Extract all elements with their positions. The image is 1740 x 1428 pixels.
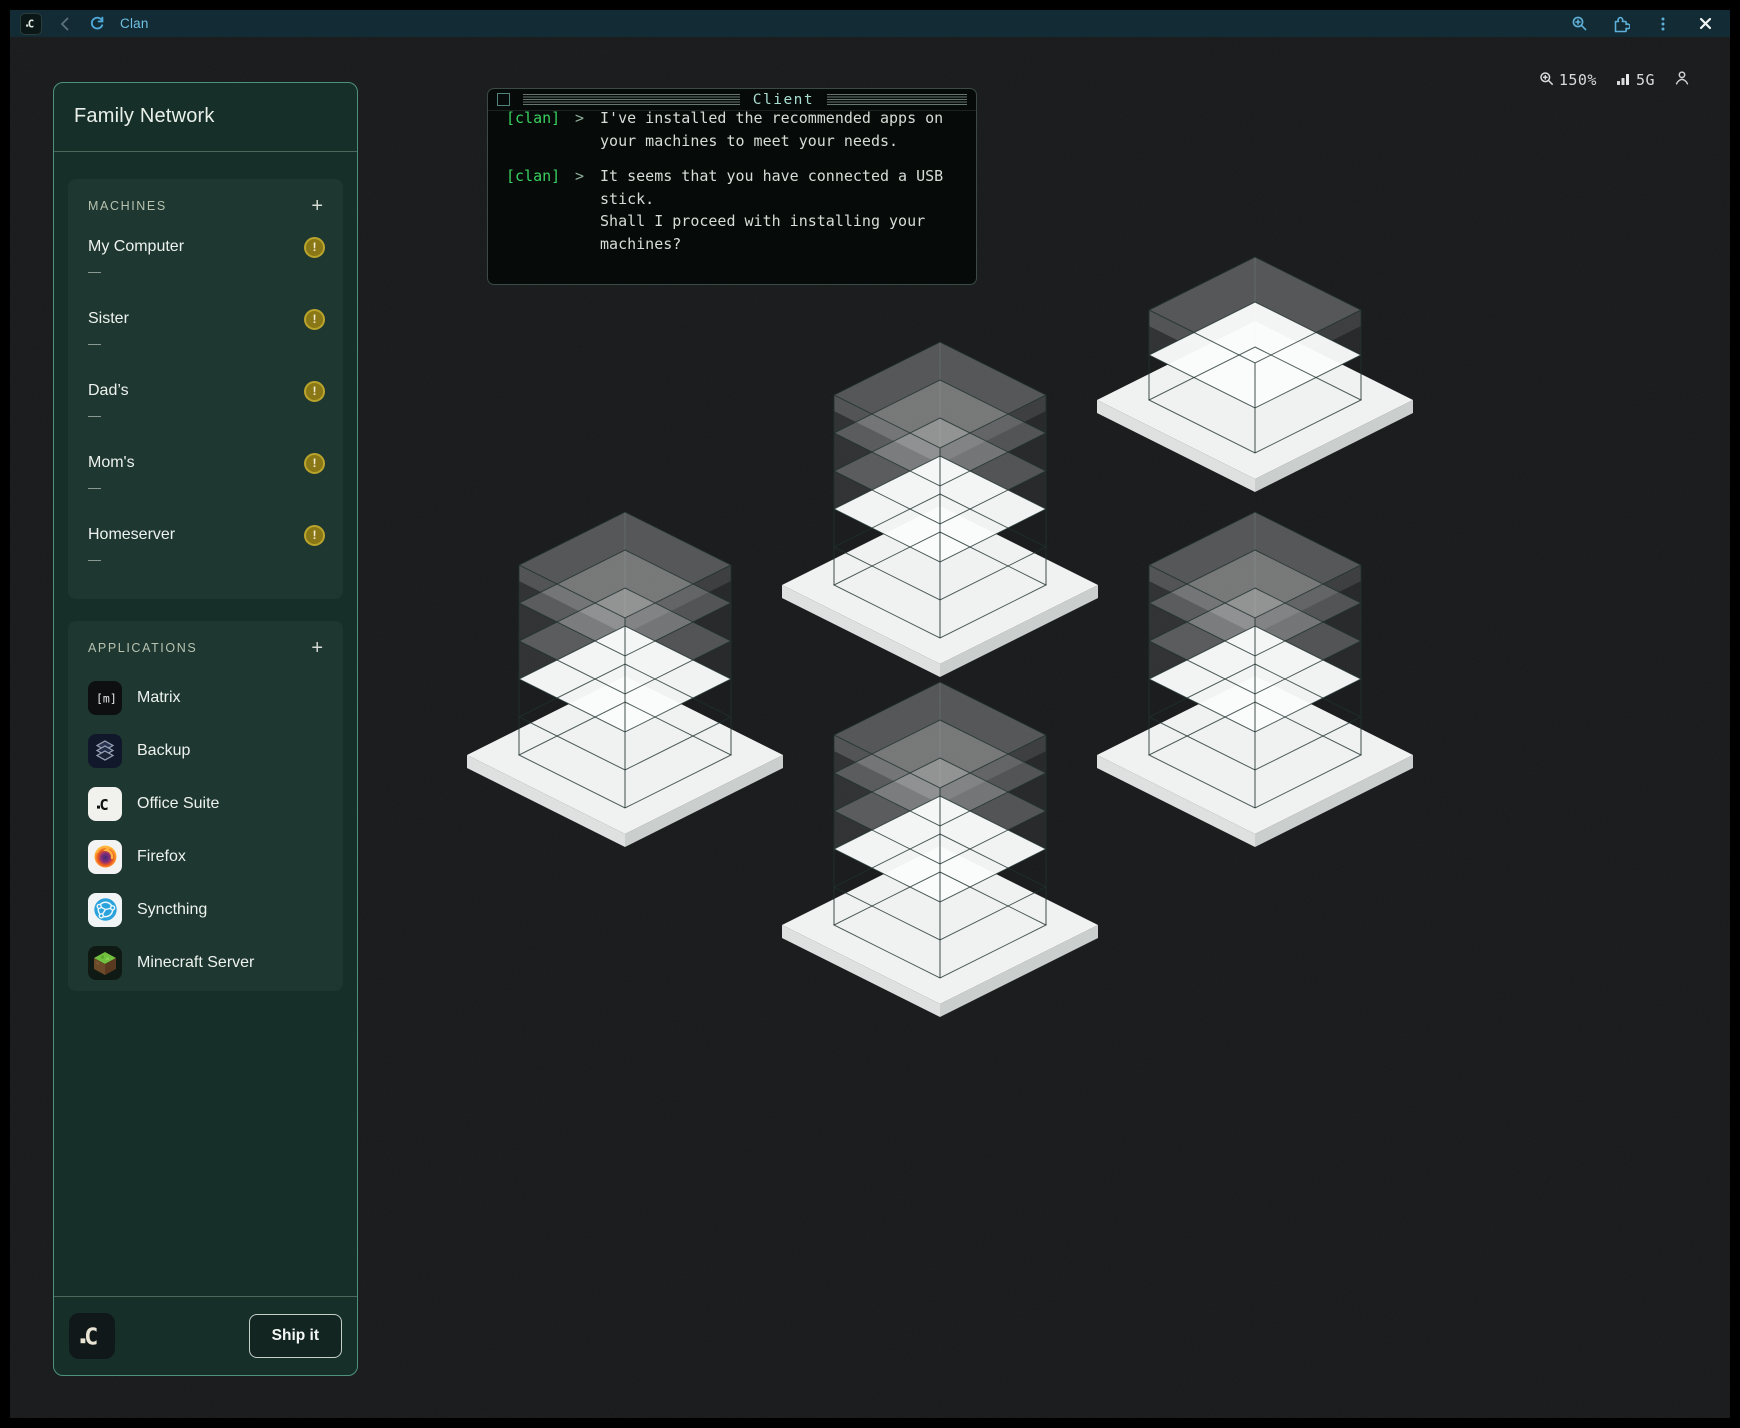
refresh-icon[interactable] <box>88 15 106 33</box>
terminal-prompt-separator: > <box>575 165 584 255</box>
title-bar-stripes-left <box>523 94 740 105</box>
machines-heading: MACHINES <box>88 199 167 213</box>
machine-name: My Computer <box>88 237 325 257</box>
account-icon[interactable] <box>1674 70 1690 90</box>
machine-list-item[interactable]: Mom's —! <box>88 453 325 525</box>
terminal-prompt: [clan] <box>506 111 561 152</box>
signal-bars-icon <box>1616 71 1631 89</box>
warning-badge-icon: ! <box>304 237 325 258</box>
zoom-level-icon <box>1539 71 1554 90</box>
warning-badge-icon: ! <box>304 381 325 402</box>
application-list-item[interactable]: C Office Suite <box>88 777 325 830</box>
clan-logo-icon: C <box>20 13 42 35</box>
machine-name: Sister <box>88 309 325 329</box>
machine-list-item[interactable]: Sister —! <box>88 309 325 381</box>
minecraft-icon <box>88 946 122 980</box>
machine-node[interactable] <box>1097 512 1413 847</box>
sidebar: Family Network MACHINES + My Computer—!S… <box>53 82 358 1376</box>
terminal-prompt-separator: > <box>575 111 584 152</box>
applications-card: APPLICATIONS + [m] Matrix Backup C Office Su… <box>68 621 343 991</box>
terminal-message: [clan] >It seems that you have connected … <box>506 165 960 255</box>
machines-card: MACHINES + My Computer—!Sister—!Dad’s—!M… <box>68 179 343 599</box>
application-name: Firefox <box>137 848 186 866</box>
zoom-in-icon[interactable] <box>1570 15 1588 33</box>
chrome-actions <box>1570 15 1714 33</box>
svg-text:C: C <box>84 1322 98 1350</box>
sidebar-footer: C Ship it <box>54 1296 357 1375</box>
application-list-item[interactable]: Firefox <box>88 830 325 883</box>
applications-heading: APPLICATIONS <box>88 641 197 655</box>
application-list-item[interactable]: Backup <box>88 724 325 777</box>
close-icon[interactable] <box>1696 15 1714 33</box>
application-list-item[interactable]: Syncthing <box>88 883 325 936</box>
terminal-title-bar[interactable]: Client <box>488 89 976 111</box>
network-label: 5G <box>1636 71 1655 89</box>
terminal-messages: [clan] > I've installed the recommended ap… <box>488 111 976 285</box>
status-indicators: 150% 5G <box>1539 70 1690 90</box>
terminal-closebox-icon[interactable] <box>497 93 510 106</box>
warning-badge-icon: ! <box>304 309 325 330</box>
terminal-message: [clan] > I've installed the recommended ap… <box>506 111 960 152</box>
application-name: Backup <box>137 742 190 760</box>
machine-name: Mom's <box>88 453 325 473</box>
clan-logo-icon: C <box>69 1313 115 1359</box>
add-application-button[interactable]: + <box>309 641 325 655</box>
client-terminal-window[interactable]: Client [clan] > I've installed the recomme… <box>487 88 977 285</box>
svg-text:[m]: [m] <box>96 691 117 705</box>
syncthing-icon <box>88 893 122 927</box>
sidebar-divider <box>54 151 357 152</box>
terminal-prompt: [clan] <box>506 165 561 255</box>
zoom-level-value: 150% <box>1559 71 1597 89</box>
machine-list-item[interactable]: Homeserver —! <box>88 525 325 597</box>
warning-badge-icon: ! <box>304 453 325 474</box>
svg-text:C: C <box>99 795 108 813</box>
machine-node[interactable] <box>782 342 1098 677</box>
terminal-message-text: I've installed the recommended apps onyo… <box>600 111 943 152</box>
page-title: Clan <box>120 16 149 31</box>
machine-status: — <box>88 552 325 567</box>
sidebar-title: Family Network <box>54 83 357 128</box>
warning-badge-icon: ! <box>304 525 325 546</box>
machine-name: Homeserver <box>88 525 325 545</box>
terminal-title: Client <box>753 92 814 108</box>
application-list-item[interactable]: Minecraft Server <box>88 936 325 989</box>
ship-it-button[interactable]: Ship it <box>249 1314 342 1358</box>
svg-text:C: C <box>27 17 33 30</box>
machine-list-item[interactable]: Dad’s —! <box>88 381 325 453</box>
browser-window: C Clan <box>10 10 1730 1418</box>
machine-status: — <box>88 336 325 351</box>
machine-node[interactable] <box>467 512 783 847</box>
machine-status: — <box>88 408 325 423</box>
app-canvas: 150% 5G Client [clan] > I've installed the… <box>10 37 1730 1418</box>
machine-status: — <box>88 480 325 495</box>
machine-list-item[interactable]: My Computer —! <box>88 237 325 309</box>
machine-node[interactable] <box>1097 257 1413 492</box>
office-suite-icon: C <box>88 787 122 821</box>
machine-name: Dad’s <box>88 381 325 401</box>
title-bar-stripes-right <box>827 94 967 105</box>
extensions-icon[interactable] <box>1612 15 1630 33</box>
application-name: Matrix <box>137 689 181 707</box>
browser-chrome-bar: C Clan <box>10 10 1730 37</box>
add-machine-button[interactable]: + <box>309 199 325 213</box>
machine-status: — <box>88 264 325 279</box>
application-name: Office Suite <box>137 795 219 813</box>
matrix-icon: [m] <box>88 681 122 715</box>
back-icon[interactable] <box>56 15 74 33</box>
backup-icon <box>88 734 122 768</box>
application-name: Minecraft Server <box>137 954 254 972</box>
firefox-icon <box>88 840 122 874</box>
machine-node[interactable] <box>782 682 1098 1017</box>
kebab-menu-icon[interactable] <box>1654 15 1672 33</box>
terminal-message-text: It seems that you have connected a USBst… <box>600 165 943 255</box>
application-name: Syncthing <box>137 901 207 919</box>
application-list-item[interactable]: [m] Matrix <box>88 671 325 724</box>
